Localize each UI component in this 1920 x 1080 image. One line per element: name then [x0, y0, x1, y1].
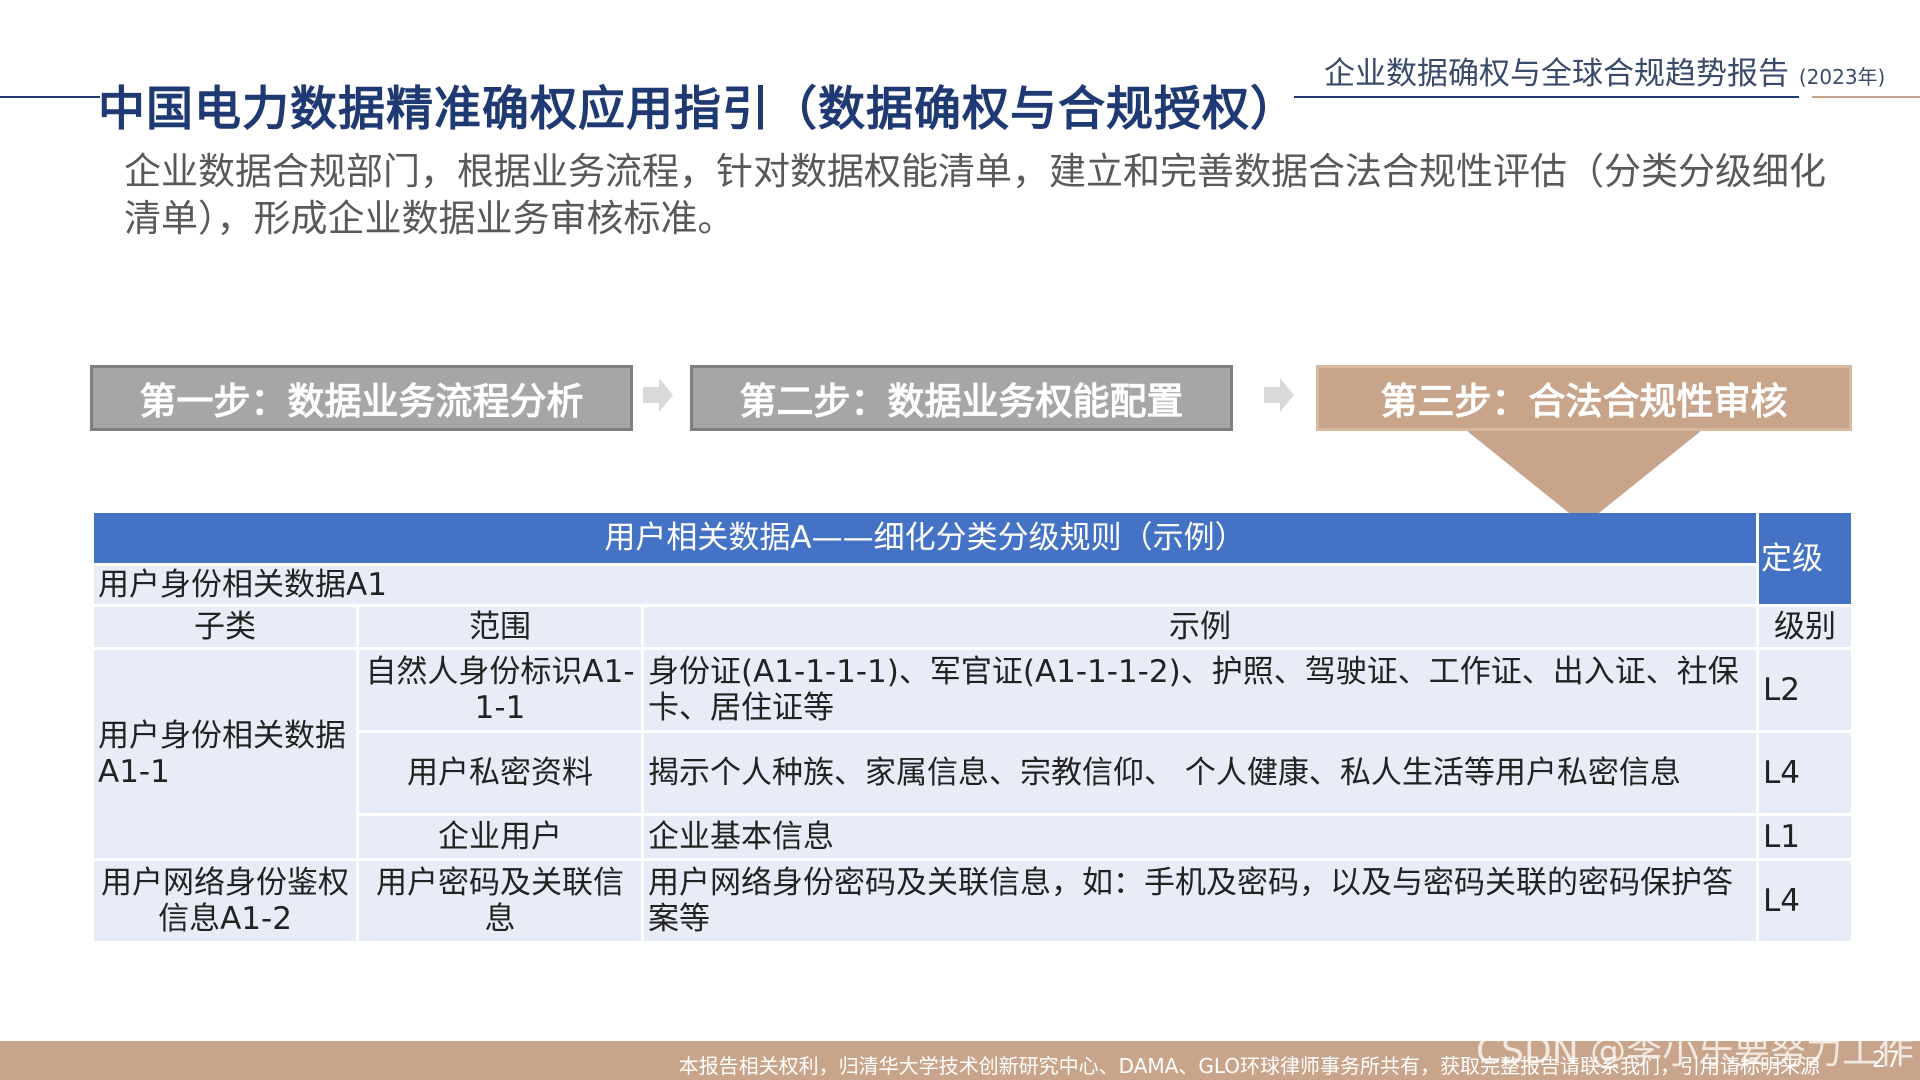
- step-3-label: 第三步：合法合规性审核: [1380, 380, 1788, 423]
- report-title: 企业数据确权与全球合规趋势报告: [1324, 56, 1789, 92]
- report-year: (2023年): [1798, 65, 1886, 89]
- table-row: 用户私密资料 揭示个人种族、家属信息、宗教信仰、 个人健康、私人生活等用户私密信…: [94, 733, 1851, 813]
- example-cell: 企业基本信息: [644, 816, 1756, 858]
- table-row: 用户网络身份鉴权信息A1-2 用户密码及关联信息 用户网络身份密码及关联信息，如…: [94, 861, 1851, 941]
- step-3-box: 第三步：合法合规性审核: [1316, 365, 1852, 431]
- table-row: 用户身份相关数据A1-1 自然人身份标识A1-1-1 身份证(A1-1-1-1)…: [94, 650, 1851, 858]
- column-header-subcategory: 子类: [94, 607, 356, 647]
- example-cell: 用户网络身份密码及关联信息，如：手机及密码，以及与密码关联的密码保护答案等: [644, 861, 1756, 941]
- subcategory-cell: 用户网络身份鉴权信息A1-2: [94, 861, 356, 941]
- grade-header: 定级: [1759, 513, 1851, 604]
- example-cell: 身份证(A1-1-1-1)、军官证(A1-1-1-2)、护照、驾驶证、工作证、出…: [644, 650, 1756, 730]
- step-2-label: 第二步：数据业务权能配置: [739, 380, 1184, 423]
- column-header-level: 级别: [1759, 607, 1851, 647]
- table-title: 用户相关数据A——细化分类分级规则（示例）: [94, 513, 1756, 563]
- level-cell: L1: [1759, 816, 1851, 858]
- step-1-box: 第一步：数据业务流程分析: [90, 365, 633, 431]
- page-number: 27: [1872, 1048, 1900, 1073]
- scope-cell: 用户密码及关联信息: [359, 861, 641, 941]
- table-row: 企业用户 企业基本信息 L1: [94, 816, 1851, 858]
- column-header-example: 示例: [644, 607, 1756, 647]
- level-cell: L2: [1759, 650, 1851, 730]
- scope-cell: 用户私密资料: [359, 733, 641, 813]
- title-rule-left: [0, 96, 100, 98]
- example-cell: 揭示个人种族、家属信息、宗教信仰、 个人健康、私人生活等用户私密信息: [644, 733, 1756, 813]
- report-header: 企业数据确权与全球合规趋势报告 (2023年): [1324, 48, 1885, 93]
- step-1-label: 第一步：数据业务流程分析: [139, 380, 584, 423]
- scope-cell: 自然人身份标识A1-1-1: [359, 650, 641, 730]
- subcategory-cell: 用户身份相关数据A1-1: [94, 650, 356, 858]
- section-header: 用户身份相关数据A1: [94, 566, 1756, 604]
- watermark: CSDN @李小乐要努力工作: [1476, 1031, 1915, 1072]
- page-title: 中国电力数据精准确权应用指引（数据确权与合规授权）: [98, 82, 1298, 137]
- classification-table: 用户相关数据A——细化分类分级规则（示例） 定级 用户身份相关数据A1 子类 范…: [91, 510, 1854, 944]
- level-cell: L4: [1759, 733, 1851, 813]
- column-header-scope: 范围: [359, 607, 641, 647]
- step-2-box: 第二步：数据业务权能配置: [690, 365, 1233, 431]
- arrow-right-icon: [1264, 378, 1294, 412]
- scope-cell: 企业用户: [359, 816, 641, 858]
- title-rule-accent: [1812, 96, 1920, 98]
- arrow-right-icon: [643, 378, 673, 412]
- title-rule-right: [1294, 96, 1799, 98]
- intro-paragraph: 企业数据合规部门，根据业务流程，针对数据权能清单，建立和完善数据合法合规性评估（…: [124, 150, 1826, 240]
- level-cell: L4: [1759, 861, 1851, 941]
